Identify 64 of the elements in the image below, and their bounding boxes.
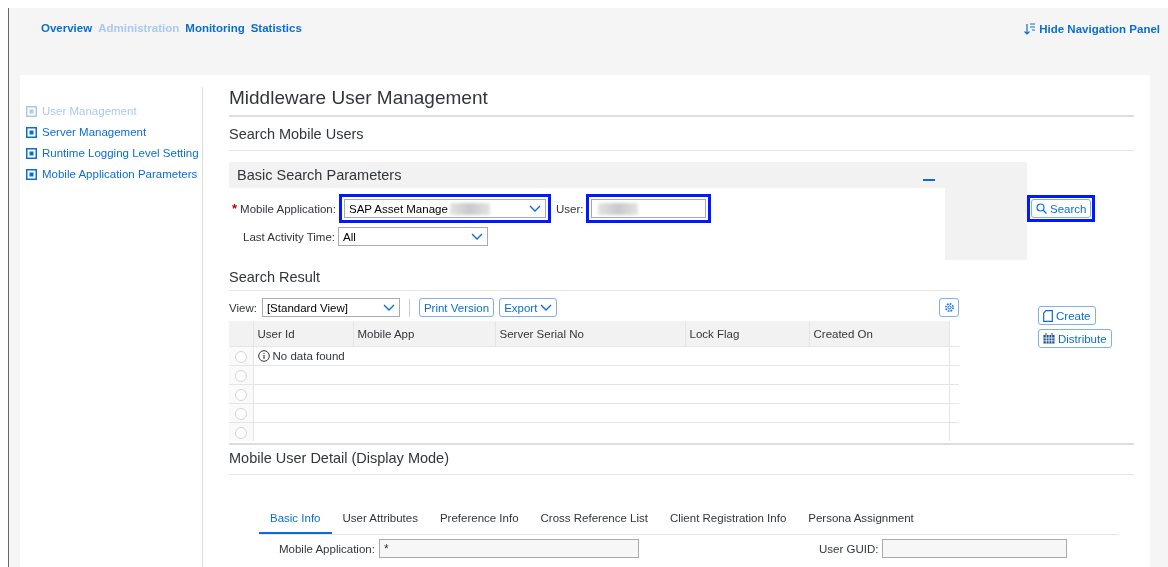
row-radio[interactable] (234, 388, 247, 401)
activity-time-dropdown[interactable]: All (338, 227, 489, 246)
panel-title: Basic Search Parameters (237, 167, 402, 183)
document-icon (1043, 309, 1053, 322)
redaction-blur (598, 202, 639, 215)
square-icon (26, 147, 37, 159)
hide-navigation-link[interactable]: Hide Navigation Panel (1039, 23, 1160, 35)
readonly-field[interactable]: * (378, 539, 639, 558)
column-header[interactable]: Lock Flag (685, 321, 809, 347)
tab[interactable]: Basic Info (259, 508, 332, 534)
nav-link[interactable]: Overview (41, 22, 93, 34)
square-icon (26, 168, 37, 180)
user-field[interactable] (591, 199, 707, 218)
settings-icon (943, 302, 955, 313)
search-button[interactable]: Search (1031, 199, 1092, 218)
nav-link[interactable]: Monitoring (185, 22, 245, 34)
application-dropdown[interactable]: SAP Asset Manage (343, 199, 546, 218)
row-radio[interactable] (234, 407, 247, 420)
empty-message: No data found (257, 350, 949, 362)
sidebar-item[interactable]: Server Management (26, 126, 202, 138)
calendar-icon (1043, 333, 1055, 344)
field-label: Mobile Application: (240, 202, 336, 215)
row-radio[interactable] (234, 350, 247, 363)
readonly-field[interactable] (882, 539, 1068, 558)
field-label: Last Activity Time: (243, 230, 336, 243)
tab[interactable]: Client Registration Info (658, 508, 798, 534)
search-icon (1036, 203, 1047, 214)
create-button[interactable]: Create (1038, 306, 1096, 325)
tab[interactable]: Preference Info (428, 508, 530, 534)
column-header[interactable]: User Id (253, 321, 353, 347)
tab[interactable]: Cross Reference List (529, 508, 659, 534)
sidebar-item[interactable]: Mobile Application Parameters (26, 168, 202, 180)
square-icon (26, 126, 37, 138)
chevron-down-icon (540, 303, 553, 312)
field-label: View: (229, 301, 257, 314)
section-title: Search Result (229, 269, 959, 291)
square-icon (26, 105, 37, 117)
tab[interactable]: Persona Assignment (797, 508, 925, 534)
chevron-down-icon (382, 303, 395, 312)
chevron-down-icon (471, 232, 484, 241)
view-dropdown[interactable]: [Standard View] (261, 298, 400, 317)
nav-link[interactable]: Statistics (250, 22, 302, 34)
column-header[interactable]: Mobile App (353, 321, 495, 347)
section-title: Mobile User Detail (Display Mode) (229, 443, 1134, 475)
export-button[interactable]: Export (499, 298, 558, 317)
section-title: Search Mobile Users (229, 117, 1134, 151)
distribute-button[interactable]: Distribute (1038, 329, 1112, 348)
row-radio[interactable] (234, 426, 247, 439)
chevron-down-icon (528, 204, 541, 213)
row-radio[interactable] (234, 369, 247, 382)
redaction-blur (449, 202, 490, 215)
column-header[interactable]: Server Serial No (495, 321, 685, 347)
sidebar-item[interactable]: Runtime Logging Level Setting (26, 147, 202, 159)
required-marker: * (232, 201, 238, 216)
print-version-button[interactable]: Print Version (418, 298, 495, 317)
field-label: User: (555, 202, 584, 215)
tab[interactable]: User Attributes (331, 508, 429, 534)
column-header[interactable]: Created On (809, 321, 949, 347)
settings-button[interactable] (939, 298, 959, 317)
field-label: Mobile Application: (279, 542, 375, 555)
panel-toggle-icon (1023, 22, 1037, 36)
field-label: User GUID: (819, 542, 879, 555)
page-title: Middleware User Management (229, 87, 1134, 117)
info-icon (257, 350, 270, 362)
